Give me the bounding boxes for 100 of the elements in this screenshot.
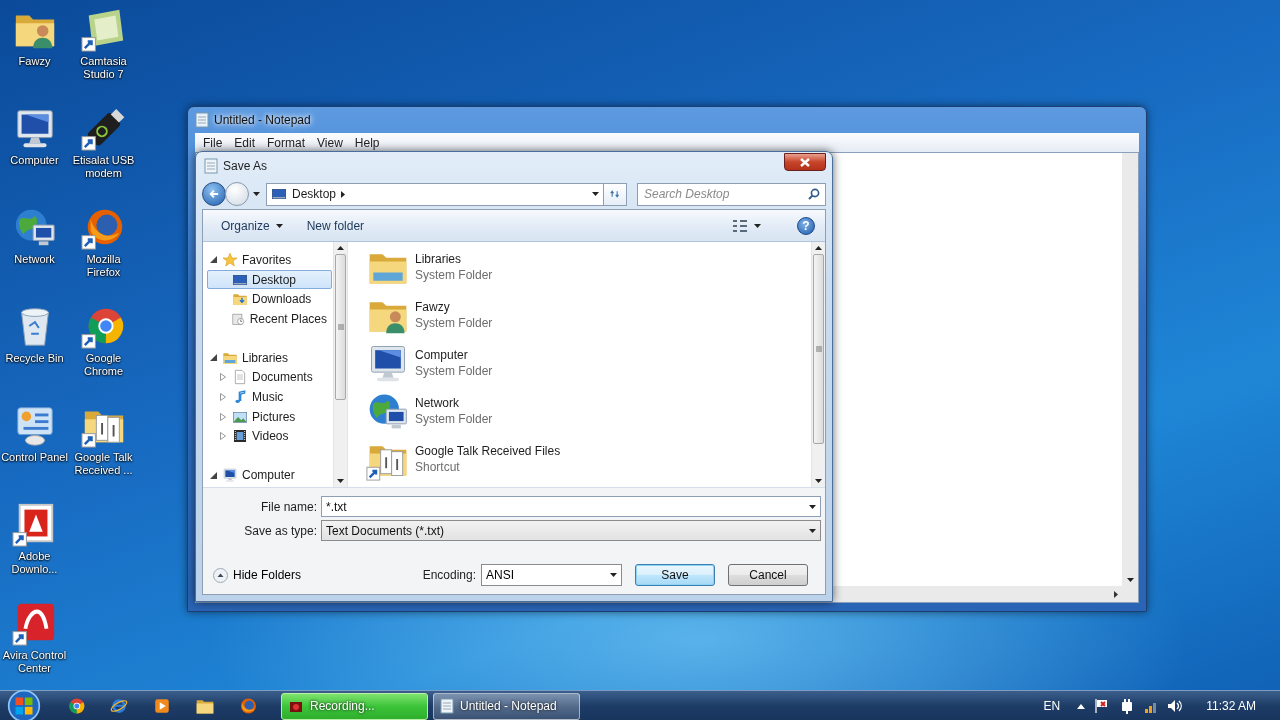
file-type-dropdown[interactable]: Text Documents (*.txt) <box>321 520 821 541</box>
icon-label[interactable]: Fawzy <box>18 55 51 68</box>
clock[interactable]: 11:32 AM <box>1206 699 1256 713</box>
file-type: System Folder <box>415 316 493 330</box>
field-label: Save as type: <box>243 523 317 538</box>
tree-item[interactable]: Documents <box>207 367 332 388</box>
scroll-down-icon <box>337 479 344 483</box>
grip-icon <box>815 346 822 352</box>
explorer-item[interactable]: Computer System Folder <box>366 342 616 384</box>
icon-label[interactable]: Google Talk Received ... <box>69 451 138 477</box>
encoding-dropdown[interactable]: ANSI <box>481 564 622 586</box>
icon-label[interactable]: Network <box>14 253 55 266</box>
close-button[interactable] <box>784 153 826 171</box>
tree-item[interactable]: Downloads <box>207 289 332 310</box>
caret-icon <box>754 223 761 228</box>
caret-icon <box>809 528 816 533</box>
windows-orb-icon <box>7 689 41 720</box>
film-icon <box>232 428 248 445</box>
speaker-icon <box>1167 698 1184 714</box>
search-field[interactable]: Search Desktop <box>637 182 826 206</box>
star-icon <box>222 251 238 268</box>
expanded-arrow-icon[interactable] <box>209 471 217 479</box>
search-icon <box>808 187 820 200</box>
tree-item[interactable]: Pictures <box>207 406 332 427</box>
notepad-icon <box>440 698 454 714</box>
tree-item[interactable]: Libraries <box>207 347 332 368</box>
icon-label[interactable]: Control Panel <box>1 451 68 464</box>
dialog-title: Save As <box>223 158 268 173</box>
scroll-down-icon <box>815 479 822 483</box>
history-caret-icon <box>253 192 260 196</box>
tree-item[interactable]: Computer <box>207 465 332 485</box>
tree-item[interactable]: Videos <box>207 426 332 447</box>
file-type: Shortcut <box>415 460 461 474</box>
collapsed-arrow-icon[interactable] <box>220 373 226 382</box>
file-type: System Folder <box>415 412 493 426</box>
icon-label[interactable]: Recycle Bin <box>5 352 64 365</box>
icon-label[interactable]: Google Chrome <box>69 352 138 378</box>
breadcrumb-item[interactable]: Desktop <box>292 187 337 201</box>
field-label: Encoding: <box>422 568 476 582</box>
caret-icon <box>610 573 617 577</box>
expanded-arrow-icon[interactable] <box>209 256 217 264</box>
cancel-button[interactable]: Cancel <box>728 564 808 586</box>
hide-folders-button[interactable]: Hide Folders <box>211 567 304 583</box>
icon-label[interactable]: Adobe Downlo... <box>0 550 69 576</box>
media-player-icon <box>152 697 171 715</box>
view-list-icon <box>732 218 748 233</box>
scrollbar[interactable] <box>811 242 825 487</box>
notepad-icon <box>195 112 209 128</box>
music-note-icon <box>232 388 248 405</box>
organize-button[interactable]: Organize <box>213 214 291 237</box>
caret-icon <box>275 223 283 228</box>
icon-label[interactable]: Camtasia Studio 7 <box>69 55 138 81</box>
menu-item[interactable]: Help <box>348 135 386 150</box>
file-type: System Folder <box>415 364 493 378</box>
tree-item[interactable]: Favorites <box>207 250 332 270</box>
menu-item[interactable]: File <box>197 135 229 150</box>
scrollbar[interactable] <box>333 242 347 487</box>
menu-item[interactable]: View <box>311 135 349 150</box>
desktop-icon <box>271 186 287 202</box>
language-indicator[interactable]: EN <box>1043 699 1061 713</box>
explorer-item[interactable]: Libraries System Folder <box>366 246 616 288</box>
file-name: Network <box>415 396 460 410</box>
scroll-down-icon <box>1126 578 1134 582</box>
taskbar-task[interactable]: Untitled - Notepad <box>433 692 580 720</box>
notepad-icon <box>204 157 218 174</box>
new-folder-button[interactable]: New folder <box>298 214 373 237</box>
scroll-up-icon <box>337 246 344 250</box>
address-bar[interactable]: Desktop <box>266 182 604 206</box>
tree-item[interactable]: Desktop <box>207 269 332 290</box>
icon-label[interactable]: Computer <box>10 154 59 167</box>
save-button[interactable]: Save <box>635 564 715 586</box>
icon-label[interactable]: Mozilla Firefox <box>69 253 138 279</box>
scrollbar[interactable] <box>1122 153 1138 586</box>
tree-item[interactable]: Recent Places <box>207 309 332 329</box>
file-name-field[interactable]: *.txt <box>321 496 821 517</box>
refresh-button[interactable] <box>604 182 627 206</box>
file-name: Google Talk Received Files <box>415 444 561 458</box>
explorer-item[interactable]: Google Talk Received Files Shortcut <box>366 438 616 480</box>
tree-item[interactable]: Music <box>207 387 332 407</box>
collapsed-arrow-icon[interactable] <box>220 392 226 401</box>
menu-item[interactable]: Format <box>261 135 312 150</box>
document-icon <box>232 369 248 386</box>
show-hidden-icons-icon <box>1077 703 1086 709</box>
field-label: File name: <box>259 499 317 514</box>
explorer-item[interactable]: Network System Folder <box>366 390 616 432</box>
expanded-arrow-icon[interactable] <box>209 354 217 362</box>
back-button[interactable] <box>202 182 226 206</box>
collapsed-arrow-icon[interactable] <box>220 412 226 421</box>
menu-item[interactable]: Edit <box>228 135 262 150</box>
collapsed-arrow-icon[interactable] <box>220 432 226 441</box>
refresh-icon <box>610 188 620 200</box>
icon-label[interactable]: Avira Control Center <box>0 649 69 675</box>
chevron-icon[interactable] <box>341 190 346 198</box>
grip-icon <box>337 324 344 330</box>
close-icon <box>800 157 810 167</box>
window-title: Untitled - Notepad <box>214 113 311 127</box>
downloads-icon <box>232 291 248 308</box>
caret-icon <box>809 505 816 509</box>
icon-label[interactable]: Etisalat USB modem <box>69 154 138 180</box>
explorer-item[interactable]: Fawzy System Folder <box>366 294 616 336</box>
